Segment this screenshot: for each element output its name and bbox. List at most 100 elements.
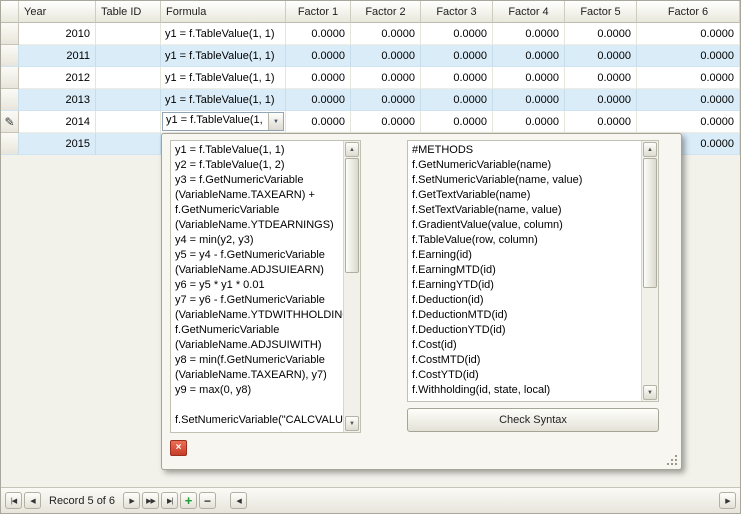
formula-line: y4 = min(y2, y3) bbox=[175, 233, 339, 248]
grid-row-2012[interactable]: 2012y1 = f.TableValue(1, 1)0.00000.00000… bbox=[1, 67, 740, 89]
row-indicator bbox=[1, 133, 19, 155]
column-header-factor-4[interactable]: Factor 4 bbox=[493, 1, 565, 23]
cell-factor-2[interactable]: 0.0000 bbox=[351, 89, 421, 111]
methods-reference-list[interactable]: #METHODSf.GetNumericVariable(name)f.SetN… bbox=[407, 140, 659, 402]
cell-table-id[interactable] bbox=[96, 133, 161, 155]
scroll-down-button[interactable]: ▼ bbox=[643, 385, 657, 400]
cell-formula[interactable]: y1 = f.TableValue(1, 1) bbox=[161, 45, 286, 67]
method-line: f.Withholding(id, state, local) bbox=[412, 383, 637, 398]
formula-line: (VariableName.ADJSUIWITH) bbox=[175, 338, 339, 353]
cell-factor-3[interactable]: 0.0000 bbox=[421, 67, 493, 89]
cell-factor-3[interactable]: 0.0000 bbox=[421, 23, 493, 45]
scroll-down-button[interactable]: ▼ bbox=[345, 416, 359, 431]
column-header-factor-1[interactable]: Factor 1 bbox=[286, 1, 351, 23]
cell-year[interactable]: 2012 bbox=[19, 67, 96, 89]
method-line: f.DeductionMTD(id) bbox=[412, 308, 637, 323]
navigator-right-buttons: ▶▶▶▶|+− bbox=[123, 492, 216, 509]
formula-editor-value: y1 = f.TableValue(1, bbox=[163, 113, 268, 130]
cell-formula[interactable]: y1 = f.TableValue(1, ▼ bbox=[161, 111, 286, 133]
cell-factor-1[interactable]: 0.0000 bbox=[286, 23, 351, 45]
cell-formula[interactable]: y1 = f.TableValue(1, 1) bbox=[161, 89, 286, 111]
cell-factor-5[interactable]: 0.0000 bbox=[565, 67, 637, 89]
column-header-factor-2[interactable]: Factor 2 bbox=[351, 1, 421, 23]
cell-table-id[interactable] bbox=[96, 89, 161, 111]
append-record-button[interactable]: + bbox=[180, 492, 197, 509]
cell-factor-2[interactable]: 0.0000 bbox=[351, 23, 421, 45]
cell-factor-4[interactable]: 0.0000 bbox=[493, 45, 565, 67]
cell-factor-5[interactable]: 0.0000 bbox=[565, 89, 637, 111]
cell-factor-6[interactable]: 0.0000 bbox=[637, 89, 740, 111]
cell-table-id[interactable] bbox=[96, 23, 161, 45]
previous-record-button[interactable]: ◀ bbox=[24, 492, 41, 509]
cell-factor-6[interactable]: 0.0000 bbox=[637, 67, 740, 89]
cell-factor-1[interactable]: 0.0000 bbox=[286, 67, 351, 89]
cell-factor-1[interactable]: 0.0000 bbox=[286, 89, 351, 111]
cell-factor-6[interactable]: 0.0000 bbox=[637, 23, 740, 45]
method-line: f.EarningYTD(id) bbox=[412, 278, 637, 293]
cell-year[interactable]: 2015 bbox=[19, 133, 96, 155]
cell-year[interactable]: 2013 bbox=[19, 89, 96, 111]
cell-year[interactable]: 2010 bbox=[19, 23, 96, 45]
column-header-factor-6[interactable]: Factor 6 bbox=[637, 1, 740, 23]
bottom-navigator-bar: |◀◀ Record 5 of 6 ▶▶▶▶|+− ◀ ▶ bbox=[1, 487, 740, 513]
scroll-left-button[interactable]: ◀ bbox=[230, 492, 247, 509]
cell-factor-5[interactable]: 0.0000 bbox=[565, 45, 637, 67]
scroll-right-button[interactable]: ▶ bbox=[719, 492, 736, 509]
check-syntax-button[interactable]: Check Syntax bbox=[407, 408, 659, 432]
delete-record-button[interactable]: − bbox=[199, 492, 216, 509]
row-indicator bbox=[1, 23, 19, 45]
grid-row-2010[interactable]: 2010y1 = f.TableValue(1, 1)0.00000.00000… bbox=[1, 23, 740, 45]
cell-formula[interactable]: y1 = f.TableValue(1, 1) bbox=[161, 67, 286, 89]
scroll-up-button[interactable]: ▲ bbox=[643, 142, 657, 157]
cell-factor-2[interactable]: 0.0000 bbox=[351, 111, 421, 133]
cell-factor-4[interactable]: 0.0000 bbox=[493, 89, 565, 111]
cell-factor-3[interactable]: 0.0000 bbox=[421, 45, 493, 67]
dropdown-button[interactable]: ▼ bbox=[268, 113, 283, 130]
next-record-button[interactable]: ▶ bbox=[123, 492, 140, 509]
grid-row-2011[interactable]: 2011y1 = f.TableValue(1, 1)0.00000.00000… bbox=[1, 45, 740, 67]
close-popup-button[interactable]: × bbox=[170, 440, 187, 456]
method-line: f.CostMTD(id) bbox=[412, 353, 637, 368]
scrollbar-thumb[interactable] bbox=[643, 158, 657, 288]
column-header-factor-3[interactable]: Factor 3 bbox=[421, 1, 493, 23]
cell-factor-1[interactable]: 0.0000 bbox=[286, 111, 351, 133]
cell-factor-6[interactable]: 0.0000 bbox=[637, 111, 740, 133]
chevron-down-icon: ▼ bbox=[273, 119, 279, 125]
cell-formula[interactable]: y1 = f.TableValue(1, 1) bbox=[161, 23, 286, 45]
scrollbar-thumb[interactable] bbox=[345, 158, 359, 273]
cell-year[interactable]: 2014 bbox=[19, 111, 96, 133]
grid-row-2013[interactable]: 2013y1 = f.TableValue(1, 1)0.00000.00000… bbox=[1, 89, 740, 111]
column-header-year[interactable]: Year bbox=[19, 1, 96, 23]
cell-factor-4[interactable]: 0.0000 bbox=[493, 111, 565, 133]
cell-factor-3[interactable]: 0.0000 bbox=[421, 89, 493, 111]
horizontal-scrollbar-track[interactable] bbox=[249, 492, 717, 509]
cell-table-id[interactable] bbox=[96, 45, 161, 67]
navigator-left-buttons: |◀◀ bbox=[5, 492, 41, 509]
cell-factor-3[interactable]: 0.0000 bbox=[421, 111, 493, 133]
cell-factor-6[interactable]: 0.0000 bbox=[637, 45, 740, 67]
cell-factor-4[interactable]: 0.0000 bbox=[493, 67, 565, 89]
column-header-table-id[interactable]: Table ID bbox=[96, 1, 161, 23]
cell-factor-5[interactable]: 0.0000 bbox=[565, 111, 637, 133]
cell-factor-2[interactable]: 0.0000 bbox=[351, 67, 421, 89]
resize-grip[interactable] bbox=[675, 463, 677, 465]
column-header-factor-5[interactable]: Factor 5 bbox=[565, 1, 637, 23]
cell-factor-1[interactable]: 0.0000 bbox=[286, 45, 351, 67]
cell-year[interactable]: 2011 bbox=[19, 45, 96, 67]
formula-text-editor[interactable]: y1 = f.TableValue(1, 1)y2 = f.TableValue… bbox=[170, 140, 361, 433]
column-header-formula[interactable]: Formula bbox=[161, 1, 286, 23]
cell-table-id[interactable] bbox=[96, 67, 161, 89]
cell-table-id[interactable] bbox=[96, 111, 161, 133]
grid-row-2014[interactable]: ✎2014y1 = f.TableValue(1,▼0.00000.00000.… bbox=[1, 111, 740, 133]
first-record-button[interactable]: |◀ bbox=[5, 492, 22, 509]
next-page-button[interactable]: ▶▶ bbox=[142, 492, 159, 509]
scroll-up-button[interactable]: ▲ bbox=[345, 142, 359, 157]
formula-cell-editor[interactable]: y1 = f.TableValue(1, ▼ bbox=[162, 112, 284, 131]
cell-factor-2[interactable]: 0.0000 bbox=[351, 45, 421, 67]
cell-factor-5[interactable]: 0.0000 bbox=[565, 23, 637, 45]
formula-line: (VariableName.TAXEARN) + bbox=[175, 188, 339, 203]
methods-list-scrollbar[interactable]: ▲ ▼ bbox=[641, 141, 658, 401]
cell-factor-4[interactable]: 0.0000 bbox=[493, 23, 565, 45]
formula-editor-scrollbar[interactable]: ▲ ▼ bbox=[343, 141, 360, 432]
last-record-button[interactable]: ▶| bbox=[161, 492, 178, 509]
